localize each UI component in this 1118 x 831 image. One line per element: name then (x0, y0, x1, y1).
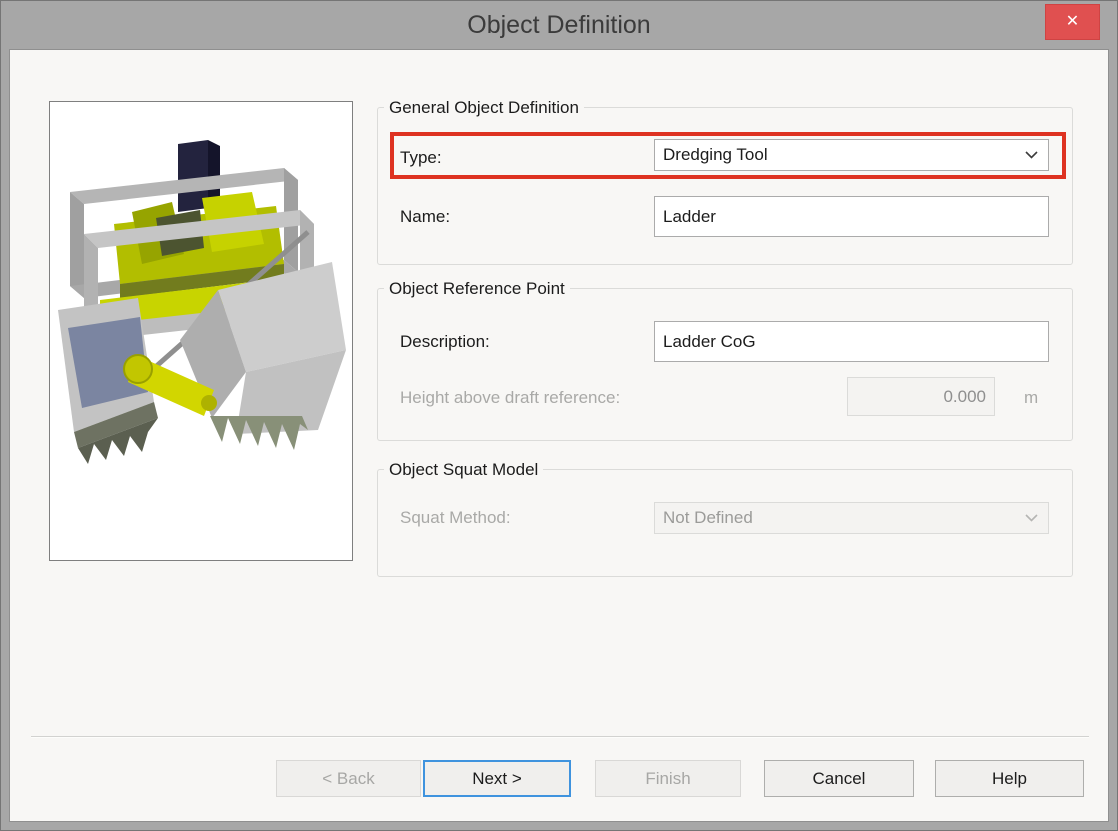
chevron-down-icon (1025, 151, 1038, 159)
height-unit-label: m (1024, 388, 1038, 408)
height-above-draft-input (847, 377, 995, 416)
next-button[interactable]: Next > (423, 760, 571, 797)
button-bar-divider (31, 736, 1089, 738)
group-object-reference-point: Object Reference Point Description: Heig… (377, 288, 1073, 441)
cancel-button[interactable]: Cancel (764, 760, 914, 797)
group-object-squat-model: Object Squat Model Squat Method: Not Def… (377, 469, 1073, 577)
type-dropdown[interactable]: Dredging Tool (654, 139, 1049, 171)
group-title-squat: Object Squat Model (384, 460, 543, 480)
height-above-draft-label: Height above draft reference: (400, 388, 620, 408)
close-button[interactable]: ✕ (1045, 4, 1100, 40)
group-title-reference: Object Reference Point (384, 279, 570, 299)
object-definition-dialog: Object Definition ✕ (0, 0, 1118, 831)
help-button[interactable]: Help (935, 760, 1084, 797)
dialog-title: Object Definition (1, 1, 1117, 49)
close-icon: ✕ (1066, 13, 1079, 30)
titlebar[interactable]: Object Definition ✕ (1, 1, 1117, 49)
name-input[interactable] (654, 196, 1049, 237)
back-button: < Back (276, 760, 421, 797)
description-label: Description: (400, 332, 490, 352)
type-label: Type: (400, 148, 442, 168)
description-input[interactable] (654, 321, 1049, 362)
squat-method-label: Squat Method: (400, 508, 511, 528)
name-label: Name: (400, 207, 450, 227)
squat-method-dropdown-value: Not Defined (663, 508, 753, 528)
type-dropdown-value: Dredging Tool (663, 145, 768, 165)
dredging-tool-3d-model (56, 108, 346, 554)
group-general-object-definition: General Object Definition Type: Dredging… (377, 107, 1073, 265)
group-title-general: General Object Definition (384, 98, 584, 118)
squat-method-dropdown: Not Defined (654, 502, 1049, 534)
chevron-down-icon (1025, 514, 1038, 522)
preview-panel (49, 101, 353, 561)
finish-button: Finish (595, 760, 741, 797)
